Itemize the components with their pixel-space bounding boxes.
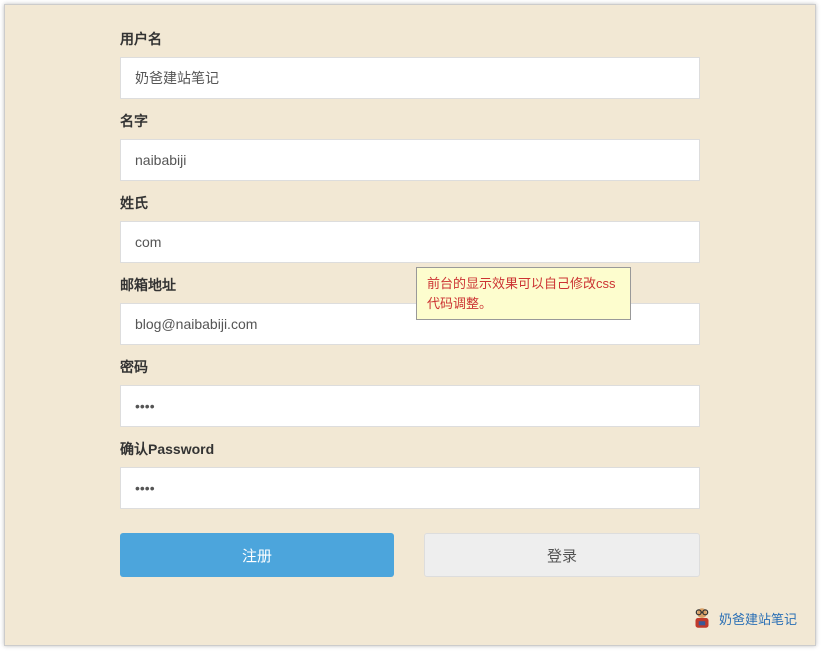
watermark-text: 奶爸建站笔记	[719, 609, 797, 628]
input-username[interactable]	[120, 57, 700, 99]
label-password: 密码	[120, 357, 700, 377]
input-firstname[interactable]	[120, 139, 700, 181]
label-username: 用户名	[120, 29, 700, 49]
tooltip-note: 前台的显示效果可以自己修改css代码调整。	[416, 267, 631, 320]
input-confirm-password[interactable]	[120, 467, 700, 509]
login-button[interactable]: 登录	[424, 533, 700, 577]
field-confirm-password: 确认Password	[120, 439, 700, 509]
field-firstname: 名字	[120, 111, 700, 181]
field-username: 用户名	[120, 29, 700, 99]
label-lastname: 姓氏	[120, 193, 700, 213]
field-password: 密码	[120, 357, 700, 427]
input-lastname[interactable]	[120, 221, 700, 263]
avatar-icon	[689, 605, 715, 631]
register-button[interactable]: 注册	[120, 533, 394, 577]
watermark: 奶爸建站笔记	[689, 605, 797, 631]
input-password[interactable]	[120, 385, 700, 427]
label-firstname: 名字	[120, 111, 700, 131]
button-row: 注册 登录	[120, 533, 700, 577]
field-lastname: 姓氏	[120, 193, 700, 263]
label-confirm-password: 确认Password	[120, 439, 700, 459]
form-panel: 用户名 名字 姓氏 邮箱地址 密码 确认Password 注册 登录 前台的	[4, 4, 816, 646]
